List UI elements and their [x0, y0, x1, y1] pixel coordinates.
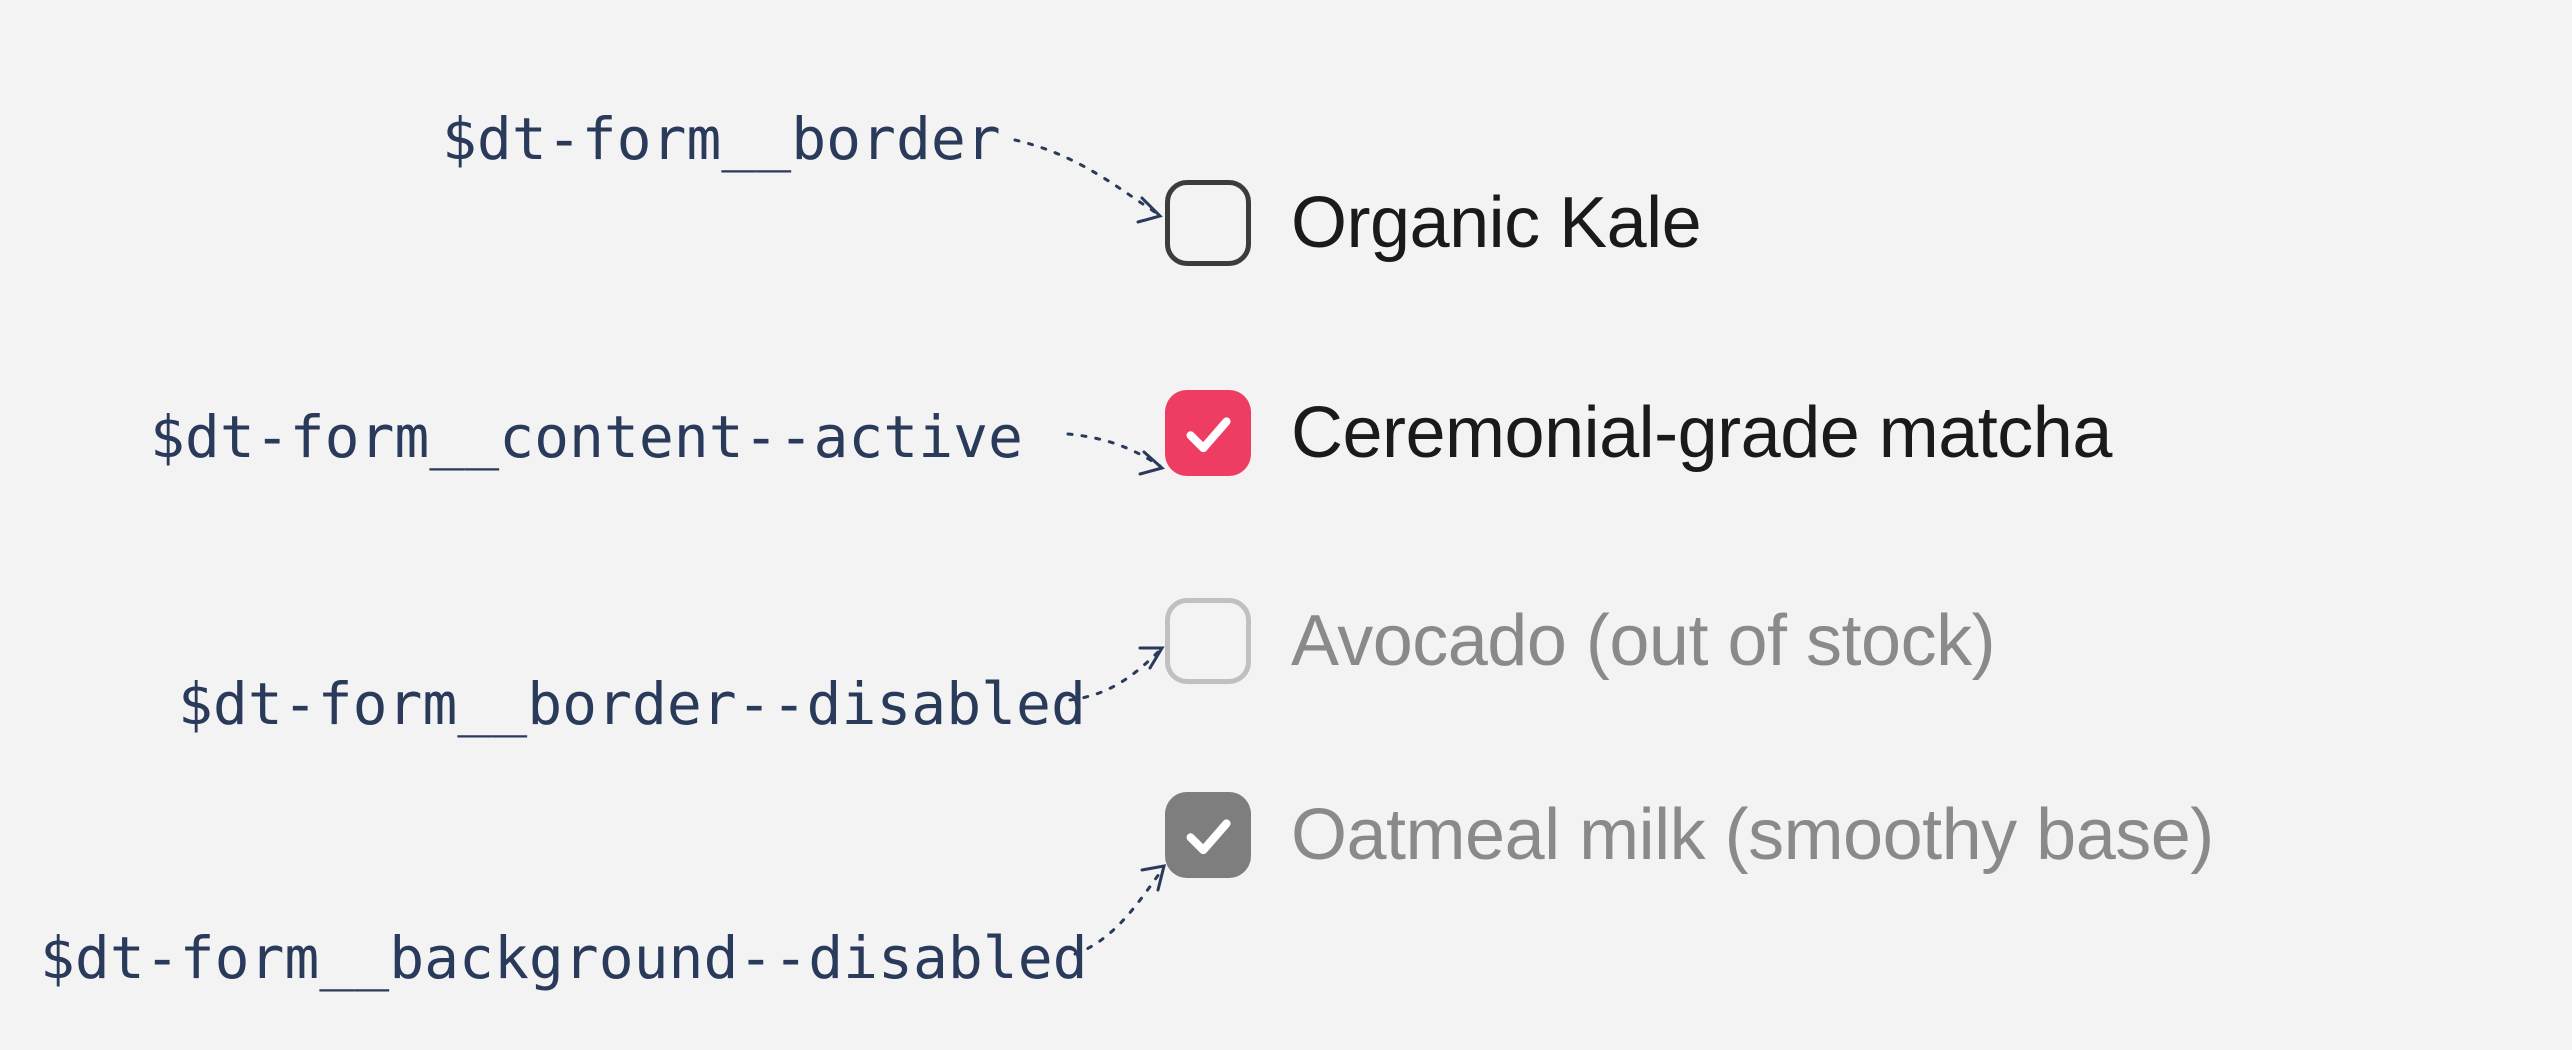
token-form-border-disabled: $dt-form__border--disabled: [178, 670, 1086, 738]
check-icon: [1179, 404, 1237, 462]
token-form-border: $dt-form__border: [442, 105, 1001, 173]
checkbox-row-matcha: Ceremonial-grade matcha: [1165, 390, 2112, 476]
checkbox-row-organic-kale: Organic Kale: [1165, 180, 1701, 266]
checkbox-label: Ceremonial-grade matcha: [1291, 397, 2112, 469]
arrow-form-border: [0, 0, 2572, 1050]
checkbox-unchecked[interactable]: [1165, 180, 1251, 266]
check-icon: [1179, 806, 1237, 864]
diagram-canvas: Organic Kale Ceremonial-grade matcha Avo…: [0, 0, 2572, 1050]
token-form-background-disabled: $dt-form__background--disabled: [40, 924, 1088, 992]
checkbox-label: Oatmeal milk (smoothy base): [1291, 799, 2214, 871]
arrow-form-border-disabled: [0, 0, 2572, 1050]
checkbox-row-oatmeal: Oatmeal milk (smoothy base): [1165, 792, 2214, 878]
checkbox-checked-active[interactable]: [1165, 390, 1251, 476]
checkbox-row-avocado: Avocado (out of stock): [1165, 598, 1995, 684]
token-form-content-active: $dt-form__content--active: [150, 403, 1023, 471]
checkbox-label: Avocado (out of stock): [1291, 605, 1995, 677]
checkbox-checked-disabled[interactable]: [1165, 792, 1251, 878]
checkbox-label: Organic Kale: [1291, 187, 1701, 259]
checkbox-unchecked-disabled[interactable]: [1165, 598, 1251, 684]
arrow-form-content-active: [0, 0, 2572, 1050]
arrow-form-background-disabled: [0, 0, 2572, 1050]
